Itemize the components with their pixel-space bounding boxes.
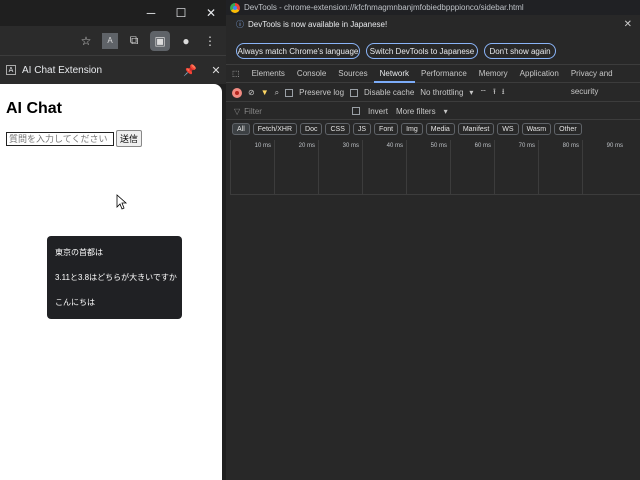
type-wasm[interactable]: Wasm [521,123,552,135]
timeline-tick: 20 ms [274,140,318,195]
suggestion-item[interactable]: 東京の首都は [55,247,103,258]
send-button[interactable]: 送信 [116,130,142,147]
extension-icon: A [6,65,16,75]
type-css[interactable]: CSS [325,123,350,135]
type-fetch-xhr[interactable]: Fetch/XHR [252,123,298,135]
suggestion-item[interactable]: 3.11と3.8はどちらが大きいですか [55,272,177,283]
browser-window: ─ ☐ ✕ ☆ A ⧉ ▣ ● ⋮ A AI Chat Extension 📌 … [0,0,226,480]
mouse-cursor-icon [116,194,128,210]
disable-cache-label: Disable cache [364,88,415,97]
close-icon[interactable]: ✕ [196,0,226,26]
maximize-icon[interactable]: ☐ [166,0,196,26]
minimize-icon[interactable]: ─ [136,0,166,26]
filter-icon: ▽ [234,106,241,116]
chevron-down-icon[interactable]: ▾ [444,107,448,116]
screen: ─ ☐ ✕ ☆ A ⧉ ▣ ● ⋮ A AI Chat Extension 📌 … [0,0,640,480]
network-conditions-icon[interactable]: ⌔ [479,88,487,98]
pin-icon[interactable]: 📌 [180,64,200,77]
extensions-puzzle-icon[interactable]: ⧉ [126,33,142,49]
tab-application[interactable]: Application [514,65,565,83]
infobar-text: DevTools is now available in Japanese! [248,20,388,29]
timeline-tick: 40 ms [362,140,406,195]
browser-titlebar: ─ ☐ ✕ [0,0,226,26]
network-timeline[interactable]: 10 ms 20 ms 30 ms 40 ms 50 ms 60 ms 70 m… [230,140,640,195]
switch-japanese-button[interactable]: Switch DevTools to Japanese [366,43,478,59]
export-icon[interactable]: ⭳ [502,86,505,100]
browser-toolbar: ☆ A ⧉ ▣ ● ⋮ [0,26,226,56]
timeline-tick: 90 ms [582,140,626,195]
record-icon[interactable] [232,87,242,98]
devtools-title: DevTools - chrome-extension://kfcfnmagmn… [244,3,524,12]
menu-kebab-icon[interactable]: ⋮ [202,33,218,49]
side-panel-icon[interactable]: ▣ [150,30,170,51]
match-language-button[interactable]: Always match Chrome's language [236,43,360,59]
filter-bar: ▽ Filter Invert More filters ▾ [226,103,640,120]
tab-network[interactable]: Network [373,65,415,83]
type-font[interactable]: Font [374,123,399,135]
throttling-select[interactable]: No throttling [420,88,463,97]
app-title: AI Chat [6,100,62,117]
type-ws[interactable]: WS [497,123,519,135]
timeline-tick: 10 ms [230,140,274,195]
more-filters-dropdown[interactable]: More filters [396,107,436,116]
inspect-element-icon[interactable]: ⬚ [226,65,246,83]
timeline-tick: 50 ms [406,140,450,195]
chevron-down-icon[interactable]: ▾ [469,88,473,97]
side-panel-close-icon[interactable]: ✕ [206,64,226,77]
preserve-log-checkbox[interactable] [285,88,294,97]
timeline-tick: 70 ms [494,140,538,195]
extension-a-icon[interactable]: A [102,32,118,49]
devtools-titlebar: DevTools - chrome-extension://kfcfnmagmn… [226,0,640,15]
chrome-logo-icon [230,2,240,13]
type-doc[interactable]: Doc [300,123,323,135]
invert-label: Invert [368,106,389,116]
type-media[interactable]: Media [425,123,455,135]
tab-console[interactable]: Console [291,65,332,83]
tab-performance[interactable]: Performance [415,65,473,83]
network-toolbar: ⊘ ▼ ⌕ Preserve log Disable cache No thro… [226,84,640,102]
clear-icon[interactable]: ⊘ [248,88,255,97]
tab-elements[interactable]: Elements [246,65,291,83]
type-js[interactable]: JS [352,123,372,135]
type-all[interactable]: All [232,123,250,135]
disable-cache-checkbox[interactable] [350,88,359,97]
tab-memory[interactable]: Memory [473,65,514,83]
resource-type-filters: All Fetch/XHR Doc CSS JS Font Img Media … [226,121,640,137]
invert-checkbox[interactable] [352,107,360,115]
bookmark-star-icon[interactable]: ☆ [78,33,94,49]
side-panel-header: A AI Chat Extension 📌 ✕ [0,56,226,84]
infobar-message: ⓘ DevTools is now available in Japanese! [236,19,387,30]
infobar-close-icon[interactable]: ✕ [624,19,632,30]
timeline-tick: 30 ms [318,140,362,195]
timeline-tick: 60 ms [450,140,494,195]
suggestion-dropdown: 東京の首都は 3.11と3.8はどちらが大きいですか こんにちは [47,236,182,319]
import-icon[interactable]: ⭱ [493,86,496,100]
preserve-log-label: Preserve log [299,88,345,97]
search-icon[interactable]: ⌕ [275,88,279,98]
filter-placeholder: Filter [244,106,262,116]
devtools-tabs: ⬚ Elements Console Sources Network Perfo… [226,65,640,96]
tab-privacy[interactable]: Privacy and security [565,65,640,96]
side-panel-title: AI Chat Extension [22,64,103,76]
profile-icon[interactable]: ● [178,33,194,49]
dont-show-again-button[interactable]: Don't show again [484,43,556,59]
tab-sources[interactable]: Sources [332,65,373,83]
type-manifest[interactable]: Manifest [457,123,495,135]
type-img[interactable]: Img [401,123,423,135]
filter-input[interactable]: ▽ Filter [234,105,344,117]
timeline-tick: 80 ms [538,140,582,195]
side-panel-content: AI Chat 質問を入力してください 送信 東京の首都は 3.11と3.8はど… [0,84,222,480]
suggestion-item[interactable]: こんにちは [55,297,95,308]
info-icon: ⓘ [236,20,244,29]
type-other[interactable]: Other [554,123,582,135]
filter-funnel-icon[interactable]: ▼ [261,88,269,97]
language-infobar: ⓘ DevTools is now available in Japanese!… [226,15,640,65]
devtools-window: DevTools - chrome-extension://kfcfnmagmn… [226,0,640,480]
question-input[interactable]: 質問を入力してください [6,132,114,146]
